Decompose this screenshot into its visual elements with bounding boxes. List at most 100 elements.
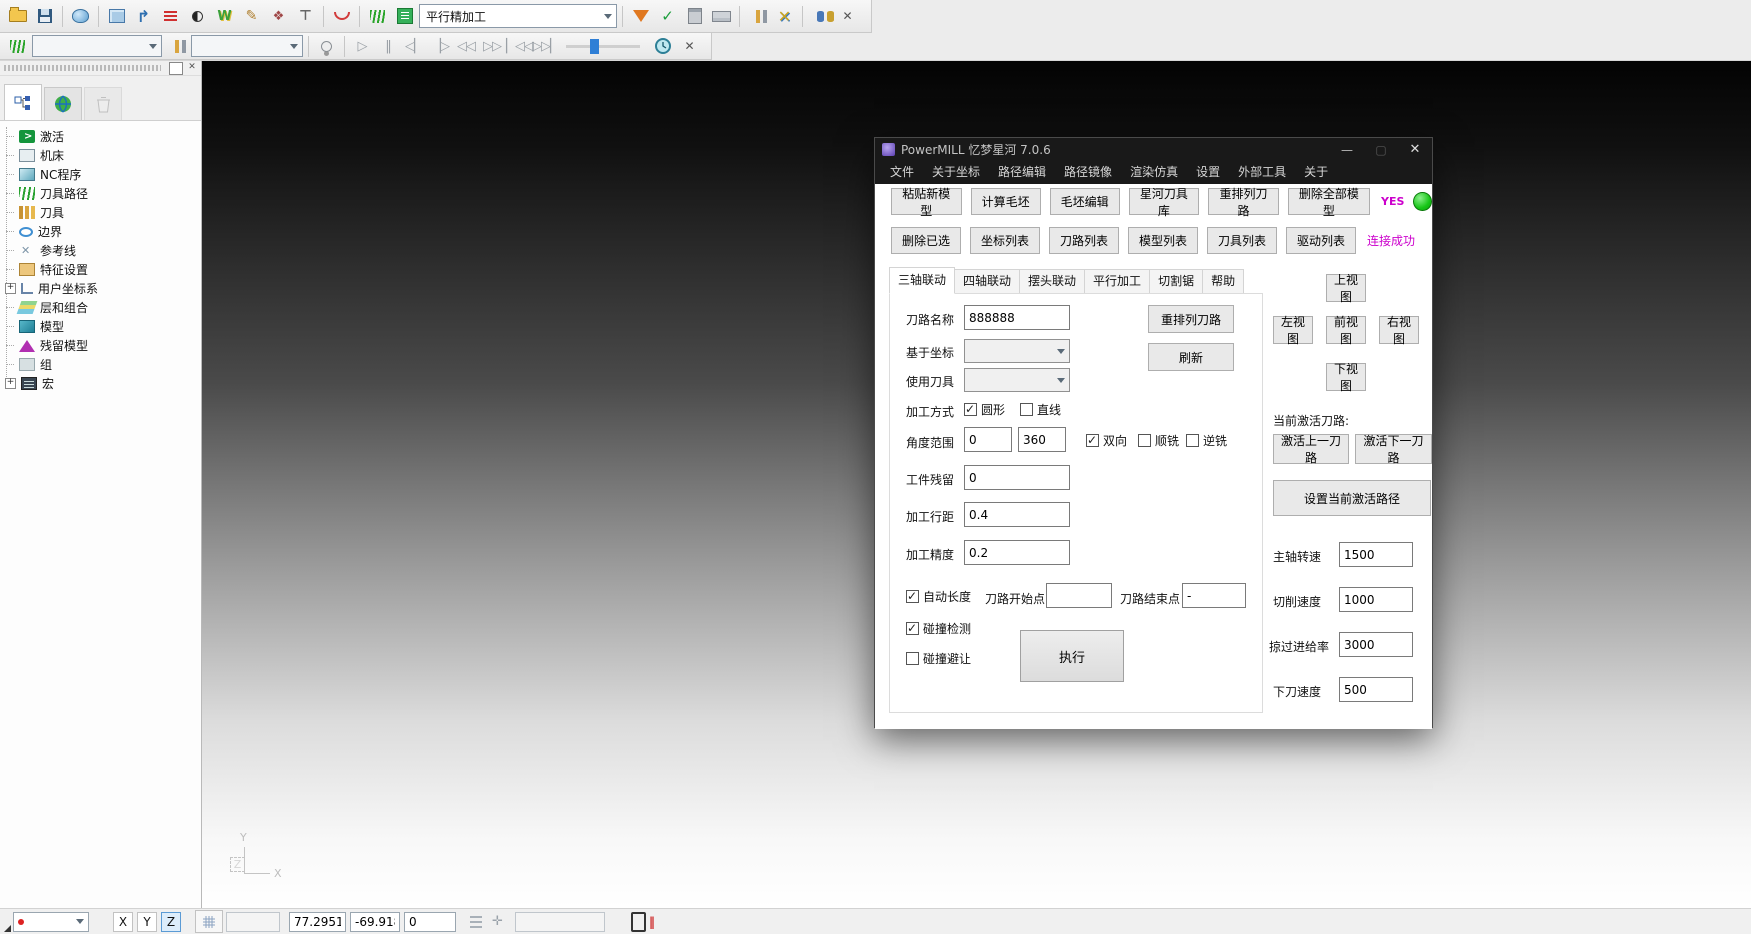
ball-tool-icon[interactable] xyxy=(185,4,210,29)
delete-all-models-button[interactable]: 删除全部模型 xyxy=(1288,188,1370,215)
tool-list-button[interactable]: 刀具列表 xyxy=(1207,227,1277,254)
tab-4axis[interactable]: 四轴联动 xyxy=(955,269,1020,294)
viewmill-icon[interactable] xyxy=(628,4,653,29)
tree-item-nc-program[interactable]: NC程序 xyxy=(12,165,201,184)
tool-holder-icon[interactable]: ⊤ xyxy=(293,4,318,29)
checkbox-icon[interactable] xyxy=(906,652,919,665)
tab-explorer-recycle[interactable] xyxy=(84,87,122,120)
axis-z-button[interactable]: Z xyxy=(161,912,181,932)
slider-handle[interactable] xyxy=(590,39,599,54)
coord-x-input[interactable] xyxy=(289,912,346,932)
auto-length-checkbox[interactable]: 自动长度 xyxy=(906,588,971,605)
strategy-list-icon[interactable] xyxy=(392,4,417,29)
checkbox-icon[interactable] xyxy=(1186,434,1199,447)
checkbox-icon[interactable] xyxy=(1020,403,1033,416)
axis-y-button[interactable]: Y xyxy=(137,912,157,932)
panel-drag-grip[interactable]: ✕ xyxy=(0,61,201,76)
go-start-button[interactable]: ▏◁◁ xyxy=(506,39,530,54)
menu-settings[interactable]: 设置 xyxy=(1187,161,1229,184)
menu-file[interactable]: 文件 xyxy=(881,161,923,184)
mode-circle-checkbox[interactable]: 圆形 xyxy=(964,401,1005,418)
tree-item-levels[interactable]: 层和组合 xyxy=(12,298,201,317)
toolpath-select-dropdown[interactable] xyxy=(32,35,162,57)
coord-y-input[interactable] xyxy=(350,912,400,932)
tree-item-group[interactable]: 组 xyxy=(12,355,201,374)
based-coord-dropdown[interactable] xyxy=(964,339,1070,363)
menu-coords[interactable]: 关于坐标 xyxy=(923,161,989,184)
tab-explorer-tree[interactable] xyxy=(4,84,42,120)
reorder-toolpath-button-2[interactable]: 重排列刀路 xyxy=(1148,305,1234,333)
stock-remain-input[interactable] xyxy=(964,465,1070,490)
tree-item-feature-set[interactable]: 特征设置 xyxy=(12,260,201,279)
pause-button[interactable]: ‖ xyxy=(376,39,400,54)
pattern-icon[interactable]: ✎ xyxy=(239,4,264,29)
spindle-speed-input[interactable] xyxy=(1339,542,1413,567)
tree-item-macro[interactable]: +宏 xyxy=(12,374,201,393)
speed-slider[interactable] xyxy=(566,45,640,48)
tree-item-boundary[interactable]: 边界 xyxy=(12,222,201,241)
print-icon[interactable] xyxy=(68,4,93,29)
feature-set-icon[interactable]: ❖ xyxy=(266,4,291,29)
refresh-button[interactable]: 刷新 xyxy=(1148,343,1234,371)
status-dropdown[interactable] xyxy=(13,912,89,932)
verify-icon[interactable]: ✓ xyxy=(655,4,680,29)
checkbox-icon[interactable] xyxy=(964,403,977,416)
tolerance-input[interactable] xyxy=(964,540,1070,565)
angle-from-input[interactable] xyxy=(964,427,1012,452)
checkbox-icon[interactable] xyxy=(1086,434,1099,447)
menu-path-edit[interactable]: 路径编辑 xyxy=(989,161,1055,184)
drive-list-button[interactable]: 驱动列表 xyxy=(1286,227,1356,254)
block-icon[interactable] xyxy=(104,4,129,29)
resize-grip-icon[interactable] xyxy=(4,925,11,932)
cutting-speed-input[interactable] xyxy=(1339,587,1413,612)
checkbox-icon[interactable] xyxy=(906,590,919,603)
use-tool-dropdown[interactable] xyxy=(964,368,1070,392)
compare-icon[interactable] xyxy=(808,4,833,29)
close-icon[interactable]: ✕ xyxy=(1398,138,1432,161)
clock-icon[interactable] xyxy=(650,34,675,59)
tree-item-model[interactable]: 模型 xyxy=(12,317,201,336)
go-end-button[interactable]: ▷▷▏ xyxy=(532,39,556,54)
tab-saw[interactable]: 切割锯 xyxy=(1150,269,1203,294)
open-project-icon[interactable] xyxy=(5,4,30,29)
plunge-speed-input[interactable] xyxy=(1339,677,1413,702)
toolbar-close-icon[interactable]: ✕ xyxy=(677,34,702,59)
tree-item-tool[interactable]: 刀具 xyxy=(12,203,201,222)
toolpath-strategies-icon[interactable]: ↱ xyxy=(131,4,156,29)
menu-render-sim[interactable]: 渲染仿真 xyxy=(1121,161,1187,184)
panel-float-icon[interactable] xyxy=(169,62,183,75)
block-edit-button[interactable]: 毛坯编辑 xyxy=(1050,188,1120,215)
dir-conv-checkbox[interactable]: 逆铣 xyxy=(1186,432,1227,449)
stepover-input[interactable] xyxy=(964,502,1070,527)
nc-program-icon[interactable] xyxy=(158,4,183,29)
tolerance-status-input[interactable] xyxy=(515,912,605,932)
rewind-button[interactable]: ◁◁ xyxy=(454,39,478,54)
view-top-button[interactable]: 上视图 xyxy=(1326,274,1366,302)
collision-check-icon[interactable] xyxy=(329,4,354,29)
axis-x-button[interactable]: X xyxy=(113,912,133,932)
collision-detect-checkbox[interactable]: 碰撞检测 xyxy=(906,620,971,637)
view-left-button[interactable]: 左视图 xyxy=(1273,316,1313,344)
step-forward-button[interactable]: ▕▷ xyxy=(428,39,452,54)
tab-parallel[interactable]: 平行加工 xyxy=(1085,269,1150,294)
panel-close-icon[interactable]: ✕ xyxy=(186,62,198,73)
view-front-button[interactable]: 前视图 xyxy=(1326,316,1366,344)
strategy-dropdown[interactable]: 平行精加工 xyxy=(419,4,617,28)
expand-icon[interactable]: + xyxy=(5,378,16,389)
grid-toggle-button[interactable] xyxy=(195,910,223,933)
view-right-button[interactable]: 右视图 xyxy=(1379,316,1419,344)
menu-external-tools[interactable]: 外部工具 xyxy=(1229,161,1295,184)
tool-select-dropdown[interactable] xyxy=(191,35,303,57)
lamp-icon[interactable] xyxy=(314,34,339,59)
calc-block-button[interactable]: 计算毛坯 xyxy=(971,188,1041,215)
minimize-icon[interactable]: — xyxy=(1330,138,1364,161)
tree-item-toolpath[interactable]: 刀具路径 xyxy=(12,184,201,203)
dir-climb-checkbox[interactable]: 顺铣 xyxy=(1138,432,1179,449)
grid-size-input[interactable] xyxy=(226,912,280,932)
fast-forward-button[interactable]: ▷▷ xyxy=(480,39,504,54)
measure-icon[interactable] xyxy=(709,4,734,29)
step-back-button[interactable]: ◁▏ xyxy=(402,39,426,54)
skim-feed-input[interactable] xyxy=(1339,632,1413,657)
tree-item-activate[interactable]: 激活 xyxy=(12,127,201,146)
tree-item-workplane[interactable]: +用户坐标系 xyxy=(12,279,201,298)
